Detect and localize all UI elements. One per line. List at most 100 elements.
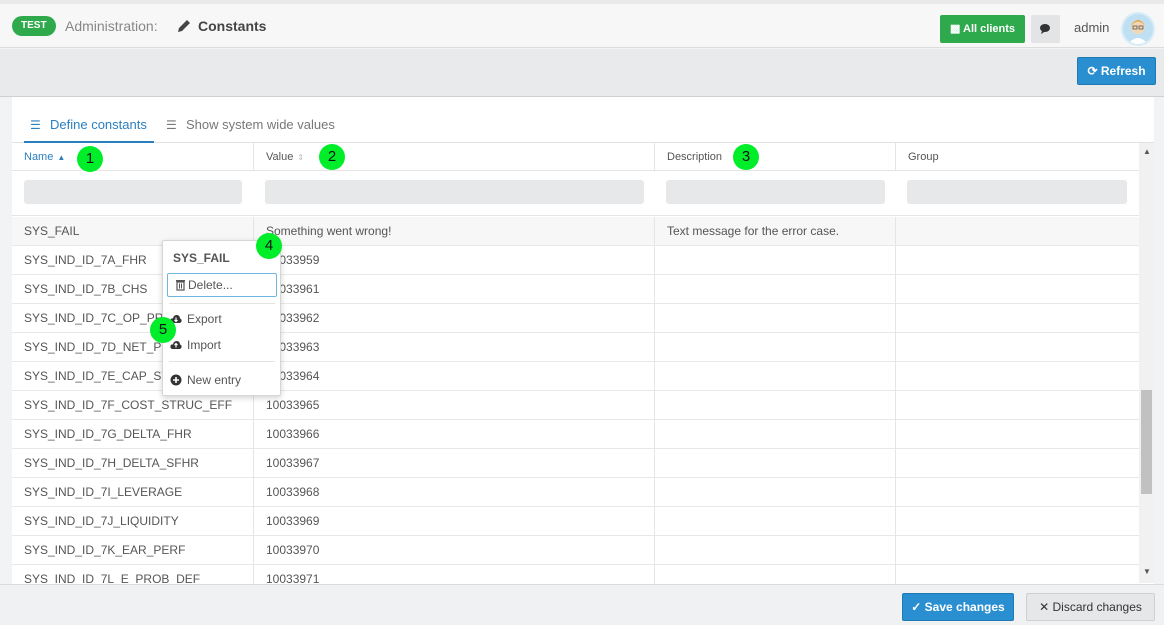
- cell-value[interactable]: 10033971: [254, 565, 655, 584]
- cell-description[interactable]: [655, 362, 896, 391]
- cell-group[interactable]: [896, 275, 1139, 304]
- all-clients-button[interactable]: ▩ All clients: [940, 15, 1025, 43]
- cell-value[interactable]: 10033961: [254, 275, 655, 304]
- page-title: Constants: [198, 18, 267, 34]
- cell-name[interactable]: SYS_IND_ID_7G_DELTA_FHR: [12, 420, 254, 449]
- list-icon: ☰: [30, 118, 41, 132]
- column-header-value[interactable]: Value ⇕: [254, 143, 655, 171]
- tab-show-system-wide-values[interactable]: ☰ Show system wide values: [160, 111, 341, 143]
- user-avatar-icon: [1128, 20, 1148, 44]
- menu-divider: [169, 303, 275, 304]
- delete-menu-item[interactable]: Delete...: [167, 273, 277, 297]
- table-row[interactable]: SYS_IND_ID_7H_DELTA_SFHR 10033967: [12, 449, 1139, 478]
- cell-description[interactable]: [655, 246, 896, 275]
- context-menu-title: SYS_FAIL: [173, 251, 230, 265]
- cell-name[interactable]: SYS_IND_ID_7K_EAR_PERF: [12, 536, 254, 565]
- list-icon: ☰: [166, 118, 177, 132]
- cell-group[interactable]: [896, 420, 1139, 449]
- cell-description[interactable]: [655, 420, 896, 449]
- filter-name-input[interactable]: [24, 180, 242, 204]
- refresh-icon: ⟳: [1087, 64, 1098, 78]
- cloud-upload-icon: [170, 341, 182, 349]
- toolbar: ⟳ Refresh: [0, 49, 1164, 97]
- breadcrumb-section[interactable]: Administration:: [65, 18, 158, 34]
- column-header-group[interactable]: Group: [896, 143, 1139, 171]
- cell-group[interactable]: [896, 304, 1139, 333]
- cell-group[interactable]: [896, 217, 1139, 246]
- table-row[interactable]: SYS_IND_ID_7G_DELTA_FHR 10033966: [12, 420, 1139, 449]
- column-header-description[interactable]: Description: [655, 143, 896, 171]
- save-changes-button[interactable]: ✓ Save changes: [902, 593, 1014, 621]
- filter-row: [12, 172, 1139, 216]
- cell-group[interactable]: [896, 565, 1139, 584]
- scrollbar-thumb[interactable]: [1141, 390, 1152, 494]
- scroll-up-icon[interactable]: ▲: [1143, 147, 1151, 156]
- table-row[interactable]: SYS_IND_ID_7J_LIQUIDITY 10033969: [12, 507, 1139, 536]
- table-row[interactable]: SYS_IND_ID_7I_LEVERAGE 10033968: [12, 478, 1139, 507]
- cell-value[interactable]: 10033962: [254, 304, 655, 333]
- vertical-scrollbar[interactable]: ▲ ▼: [1139, 143, 1154, 583]
- plus-circle-icon: [170, 374, 182, 386]
- cell-description[interactable]: Text message for the error case.: [655, 217, 896, 246]
- cell-description[interactable]: [655, 478, 896, 507]
- cell-group[interactable]: [896, 536, 1139, 565]
- cell-value[interactable]: 10033969: [254, 507, 655, 536]
- cell-description[interactable]: [655, 565, 896, 584]
- cell-group[interactable]: [896, 478, 1139, 507]
- close-icon: ✕: [1039, 600, 1050, 614]
- cell-value[interactable]: 10033963: [254, 333, 655, 362]
- cell-group[interactable]: [896, 246, 1139, 275]
- cell-value[interactable]: 10033968: [254, 478, 655, 507]
- cell-group[interactable]: [896, 449, 1139, 478]
- cell-group[interactable]: [896, 333, 1139, 362]
- cell-description[interactable]: [655, 536, 896, 565]
- cell-description[interactable]: [655, 275, 896, 304]
- table-row[interactable]: SYS_IND_ID_7L_E_PROB_DEF 10033971: [12, 565, 1139, 584]
- cell-description[interactable]: [655, 391, 896, 420]
- scroll-down-icon[interactable]: ▼: [1143, 567, 1151, 576]
- callout-marker: 1: [77, 146, 103, 172]
- chat-button[interactable]: [1031, 15, 1060, 43]
- cell-name[interactable]: SYS_IND_ID_7I_LEVERAGE: [12, 478, 254, 507]
- cell-value[interactable]: 10033967: [254, 449, 655, 478]
- new-entry-menu-item[interactable]: New entry: [170, 373, 241, 387]
- cell-value[interactable]: Something went wrong!: [254, 217, 655, 246]
- trash-icon: [176, 280, 185, 291]
- cell-value[interactable]: 10033959: [254, 246, 655, 275]
- cell-group[interactable]: [896, 362, 1139, 391]
- cell-description[interactable]: [655, 304, 896, 333]
- cell-group[interactable]: [896, 391, 1139, 420]
- cell-description[interactable]: [655, 333, 896, 362]
- tab-define-constants[interactable]: ☰ Define constants: [24, 111, 154, 143]
- top-bar: TEST Administration: Constants ▩ All cli…: [0, 0, 1164, 48]
- column-header-name[interactable]: Name ▲: [12, 143, 254, 171]
- cell-value[interactable]: 10033965: [254, 391, 655, 420]
- import-menu-item[interactable]: Import: [170, 338, 221, 352]
- cell-name[interactable]: SYS_IND_ID_7J_LIQUIDITY: [12, 507, 254, 536]
- sort-icon: ⇕: [297, 153, 305, 162]
- filter-value-input[interactable]: [265, 180, 644, 204]
- callout-marker: 2: [319, 144, 345, 170]
- cell-name[interactable]: SYS_IND_ID_7H_DELTA_SFHR: [12, 449, 254, 478]
- sort-ascending-icon: ▲: [57, 153, 66, 162]
- discard-changes-button[interactable]: ✕ Discard changes: [1026, 593, 1155, 621]
- chat-icon: [1040, 24, 1050, 34]
- filter-group-input[interactable]: [907, 180, 1127, 204]
- callout-marker: 3: [733, 144, 759, 170]
- cell-value[interactable]: 10033964: [254, 362, 655, 391]
- cell-group[interactable]: [896, 507, 1139, 536]
- user-name[interactable]: admin: [1074, 20, 1109, 35]
- filter-description-input[interactable]: [666, 180, 885, 204]
- refresh-button[interactable]: ⟳ Refresh: [1077, 57, 1156, 85]
- pencil-icon: [178, 20, 190, 32]
- cell-value[interactable]: 10033970: [254, 536, 655, 565]
- environment-badge: TEST: [12, 16, 56, 36]
- cell-description[interactable]: [655, 507, 896, 536]
- cell-description[interactable]: [655, 449, 896, 478]
- table-row[interactable]: SYS_IND_ID_7K_EAR_PERF 10033970: [12, 536, 1139, 565]
- cell-value[interactable]: 10033966: [254, 420, 655, 449]
- export-menu-item[interactable]: Export: [170, 312, 222, 326]
- context-menu: SYS_FAIL Delete... Export Import New ent…: [162, 240, 281, 396]
- cell-name[interactable]: SYS_IND_ID_7L_E_PROB_DEF: [12, 565, 254, 584]
- avatar[interactable]: [1121, 12, 1155, 46]
